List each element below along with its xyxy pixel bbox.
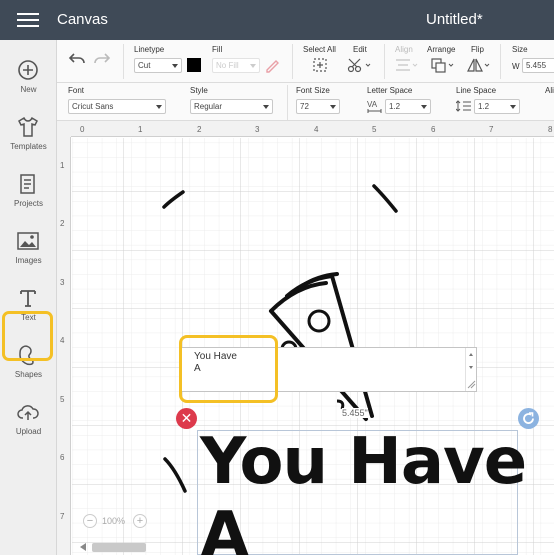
font-size-label: Font Size	[296, 86, 330, 95]
font-size-input[interactable]: 72	[296, 99, 340, 114]
redo-icon[interactable]	[93, 52, 111, 66]
line-space-label: Line Space	[456, 86, 497, 95]
edit-label: Edit	[353, 45, 367, 54]
top-bar: Canvas Untitled*	[0, 0, 554, 40]
style-select[interactable]: Regular	[190, 99, 273, 114]
sidebar-item-upload[interactable]: Upload	[0, 390, 57, 442]
canvas-text-object[interactable]: You Have A	[200, 425, 527, 555]
width-dimension-tag: 5.455"	[342, 408, 368, 418]
font-select[interactable]: Cricut Sans	[68, 99, 166, 114]
linetype-select[interactable]: Cut	[134, 58, 182, 73]
style-value: Regular	[194, 102, 223, 111]
scissors-icon[interactable]	[347, 57, 371, 73]
sidebar-item-shapes[interactable]: Shapes	[0, 333, 57, 385]
zoom-out-button[interactable]: −	[83, 514, 97, 528]
sidebar-item-new[interactable]: New	[0, 48, 57, 100]
fill-color-swatch[interactable]	[187, 58, 201, 72]
linetype-value: Cut	[138, 61, 151, 70]
horizontal-scrollbar[interactable]	[92, 543, 146, 552]
text-edit-scrollbar[interactable]	[465, 348, 476, 391]
zoom-control: − 100% +	[83, 512, 151, 530]
line-space-input[interactable]: 1.2	[474, 99, 520, 114]
font-label: Font	[68, 86, 85, 95]
sidebar-item-text[interactable]: Text	[0, 276, 57, 328]
letter-space-value: 1.2	[389, 102, 401, 111]
scroll-left-arrow-icon[interactable]	[80, 543, 86, 551]
undo-icon[interactable]	[68, 52, 86, 66]
letter-space-input[interactable]: 1.2	[385, 99, 431, 114]
size-w-label: W	[512, 62, 520, 71]
text-toolbar: Font Cricut Sans Style Regular Font Size…	[57, 83, 554, 121]
sidebar-item-label: Images	[15, 256, 42, 265]
text-align-label: Ali	[545, 86, 554, 95]
sidebar-item-label: Upload	[15, 427, 42, 436]
tshirt-icon	[18, 116, 38, 137]
plus-circle-icon	[18, 60, 38, 80]
cloud-upload-icon	[17, 405, 39, 420]
select-all-icon[interactable]	[312, 57, 328, 73]
shapes-icon	[19, 345, 34, 366]
line-space-value: 1.2	[478, 102, 490, 111]
size-label: Size	[512, 45, 528, 54]
font-size-value: 72	[300, 102, 309, 111]
flip-icon[interactable]	[466, 57, 490, 73]
align-icon[interactable]	[394, 57, 418, 73]
sidebar-item-label: Shapes	[14, 370, 43, 379]
sidebar-item-label: Templates	[10, 142, 47, 151]
line-space-icon	[456, 100, 471, 112]
arrange-label: Arrange	[427, 45, 456, 54]
app-title: Canvas	[57, 11, 108, 28]
text-edit-line-2: A	[194, 363, 201, 374]
text-edit-line-1: You Have	[194, 351, 237, 362]
sidebar-item-label: New	[20, 85, 37, 94]
style-label: Style	[190, 86, 208, 95]
pen-icon[interactable]	[264, 57, 280, 73]
hamburger-menu-icon[interactable]	[17, 13, 39, 29]
text-t-icon	[20, 290, 36, 307]
align-label: Align	[395, 45, 413, 54]
sidebar-item-label: Projects	[14, 199, 43, 208]
delete-button[interactable]: ✕	[176, 408, 197, 429]
arrange-icon[interactable]	[430, 57, 454, 73]
sidebar-item-images[interactable]: Images	[0, 219, 57, 271]
scroll-arrows-icon	[467, 353, 476, 389]
zoom-value: 100%	[102, 516, 126, 526]
image-icon	[17, 232, 39, 250]
sidebar-item-templates[interactable]: Templates	[0, 105, 57, 157]
width-input[interactable]: 5.455	[522, 58, 554, 73]
letter-space-icon: VA	[367, 100, 382, 113]
linetype-label: Linetype	[134, 45, 165, 54]
flip-label: Flip	[471, 45, 484, 54]
fill-label: Fill	[212, 45, 223, 54]
sidebar-item-label: Text	[21, 313, 36, 322]
sidebar-item-projects[interactable]: Projects	[0, 162, 57, 214]
edit-toolbar: Linetype Cut Fill No Fill Select All Edi…	[57, 40, 554, 83]
projects-icon	[20, 174, 35, 194]
letter-space-label: Letter Space	[367, 86, 413, 95]
document-title[interactable]: Untitled*	[426, 11, 483, 28]
text-edit-box[interactable]: You Have A	[179, 347, 477, 392]
svg-text:VA: VA	[367, 100, 378, 109]
select-all-label: Select All	[303, 45, 336, 54]
zoom-in-button[interactable]: +	[133, 514, 147, 528]
left-sidebar: New Templates Projects Images Text Shape…	[0, 40, 57, 555]
fill-select[interactable]: No Fill	[212, 58, 260, 73]
fill-value: No Fill	[216, 61, 239, 70]
font-value: Cricut Sans	[72, 102, 114, 111]
close-icon: ✕	[180, 410, 193, 426]
